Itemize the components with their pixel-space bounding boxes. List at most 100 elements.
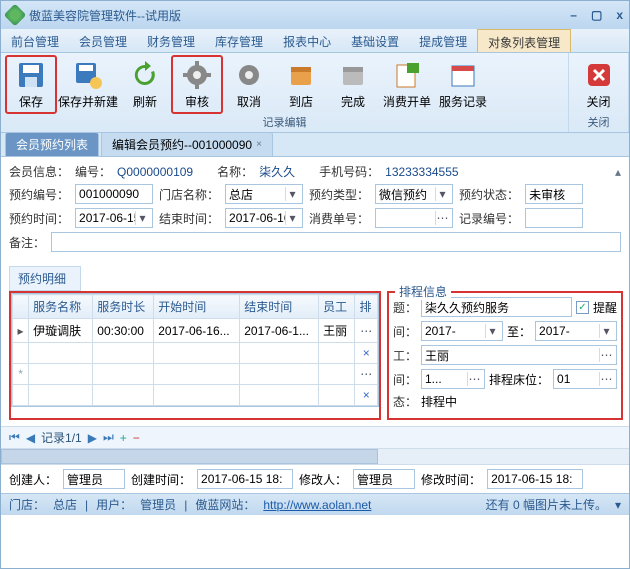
- pager-del-icon[interactable]: −: [133, 431, 140, 445]
- refresh-button[interactable]: 刷新: [119, 55, 171, 114]
- pager-last-icon[interactable]: ⏭: [103, 430, 114, 445]
- service-record-button[interactable]: 服务记录: [435, 55, 491, 114]
- creator-input[interactable]: [63, 469, 125, 489]
- status-site-link[interactable]: http://www.aolan.net: [263, 498, 371, 512]
- sched-emp-combo[interactable]: 王丽⋯: [421, 345, 617, 365]
- member-phone: 13233334555: [385, 165, 458, 179]
- row-delete-icon[interactable]: ×: [355, 385, 378, 406]
- detail-tab[interactable]: 预约明细: [9, 266, 81, 291]
- pager-first-icon[interactable]: ⏮: [9, 430, 20, 445]
- sched-to-combo[interactable]: 2017-▾: [535, 321, 617, 341]
- complete-icon: [337, 59, 369, 91]
- chevron-down-icon: ▾: [285, 187, 299, 201]
- grid-header-row: 服务名称 服务时长 开始时间 结束时间 员工 排: [13, 295, 378, 319]
- sched-subject-input[interactable]: [421, 297, 572, 317]
- member-name: 柒久久: [259, 163, 295, 180]
- pager-next-icon[interactable]: ▶: [88, 431, 97, 445]
- complete-button[interactable]: 完成: [327, 55, 379, 114]
- mtime-input[interactable]: [487, 469, 583, 489]
- menubar: 前台管理 会员管理 财务管理 库存管理 报表中心 基础设置 提成管理 对象列表管…: [1, 29, 629, 53]
- tab-close-icon[interactable]: ×: [256, 139, 262, 150]
- remind-checkbox[interactable]: ✓: [576, 301, 589, 314]
- menu-settings[interactable]: 基础设置: [341, 29, 409, 52]
- sched-from-combo[interactable]: 2017-▾: [421, 321, 503, 341]
- calendar-icon: [447, 59, 479, 91]
- ribbon-group-label: 记录编辑: [5, 114, 564, 132]
- menu-report[interactable]: 报表中心: [273, 29, 341, 52]
- schedule-title: 排程信息: [395, 283, 451, 300]
- appt-no-input[interactable]: [75, 184, 153, 204]
- status-user: 管理员: [140, 496, 176, 513]
- maximize-button[interactable]: ▢: [591, 8, 602, 22]
- audit-row: 创建人： 创建时间： 修改人： 修改时间：: [1, 464, 629, 493]
- pager: ⏮ ◀ 记录1/1 ▶ ⏭ + −: [1, 426, 629, 448]
- pager-text: 记录1/1: [41, 429, 82, 446]
- menu-frontdesk[interactable]: 前台管理: [1, 29, 69, 52]
- sched-status: 排程中: [421, 393, 457, 410]
- tab-edit-appointment[interactable]: 编辑会员预约--001000090×: [101, 132, 273, 156]
- app-logo-icon: [4, 4, 27, 27]
- menu-inventory[interactable]: 库存管理: [205, 29, 273, 52]
- table-row[interactable]: ×: [13, 343, 378, 364]
- close-button[interactable]: 关闭: [573, 55, 624, 114]
- member-id: Q0000000109: [117, 165, 193, 179]
- type-combo[interactable]: 微信预约▾: [375, 184, 453, 204]
- tab-appointment-list[interactable]: 会员预约列表: [5, 132, 99, 156]
- table-row[interactable]: ▸ 伊璇调肤 00:30:00 2017-06-16... 2017-06-1.…: [13, 319, 378, 343]
- remark-input[interactable]: [51, 232, 621, 252]
- end-time-combo[interactable]: 2017-06-16▾: [225, 208, 303, 228]
- modifier-input[interactable]: [353, 469, 415, 489]
- consume-bill-button[interactable]: 消费开单: [379, 55, 435, 114]
- close-icon: [583, 59, 615, 91]
- refresh-icon: [129, 59, 161, 91]
- sched-bed-combo[interactable]: 01⋯: [553, 369, 617, 389]
- appt-time-combo[interactable]: 2017-06-15▾: [75, 208, 153, 228]
- menu-finance[interactable]: 财务管理: [137, 29, 205, 52]
- sched-room-combo[interactable]: 1...⋯: [421, 369, 485, 389]
- audit-button[interactable]: 审核: [171, 55, 223, 114]
- cancel-button[interactable]: 取消: [223, 55, 275, 114]
- save-button[interactable]: 保存: [5, 55, 57, 114]
- remind-label: 提醒: [593, 299, 617, 316]
- ctime-input[interactable]: [197, 469, 293, 489]
- table-new-row[interactable]: * ⋯: [13, 364, 378, 385]
- pager-add-icon[interactable]: +: [120, 431, 127, 445]
- menu-member[interactable]: 会员管理: [69, 29, 137, 52]
- status-store: 总店: [53, 496, 77, 513]
- detail-grid: 服务名称 服务时长 开始时间 结束时间 员工 排 ▸ 伊璇调肤 00:30:00…: [9, 291, 381, 420]
- drop-down-icon[interactable]: ▾: [615, 498, 621, 512]
- menu-commission[interactable]: 提成管理: [409, 29, 477, 52]
- status-upload: 还有 0 幅图片未上传。: [486, 496, 607, 513]
- window-title: 傲蓝美容院管理软件--试用版: [29, 7, 570, 24]
- status-input[interactable]: [525, 184, 583, 204]
- statusbar: 门店：总店| 用户：管理员| 傲蓝网站：http://www.aolan.net…: [1, 493, 629, 515]
- menu-object-list[interactable]: 对象列表管理: [477, 29, 571, 52]
- ribbon: 保存 保存并新建 刷新 审核 取消 到店: [1, 53, 629, 133]
- gear-cancel-icon: [233, 59, 265, 91]
- record-no-input[interactable]: [525, 208, 583, 228]
- member-info-label: 会员信息：: [9, 163, 69, 180]
- bill-icon: [391, 59, 423, 91]
- arrive-icon: [285, 59, 317, 91]
- titlebar: 傲蓝美容院管理软件--试用版 – ▢ x: [1, 1, 629, 29]
- arrive-button[interactable]: 到店: [275, 55, 327, 114]
- row-delete-icon[interactable]: ×: [355, 343, 378, 364]
- schedule-panel: 排程信息 题： ✓ 提醒 间： 2017-▾ 至： 2017-▾ 工： 王丽⋯ …: [387, 291, 623, 420]
- ribbon-group-label-close: 关闭: [573, 114, 624, 132]
- chevron-up-icon[interactable]: ▴: [615, 165, 621, 179]
- pager-prev-icon[interactable]: ◀: [26, 431, 35, 445]
- h-scrollbar[interactable]: [1, 448, 629, 464]
- save-icon: [15, 59, 47, 91]
- row-more-icon[interactable]: ⋯: [355, 319, 378, 343]
- minimize-button[interactable]: –: [570, 8, 577, 22]
- close-window-button[interactable]: x: [616, 8, 623, 22]
- store-combo[interactable]: 总店▾: [225, 184, 303, 204]
- consume-no-combo[interactable]: ⋯: [375, 208, 453, 228]
- gear-icon: [181, 59, 213, 91]
- document-tabs: 会员预约列表 编辑会员预约--001000090×: [1, 133, 629, 157]
- row-pointer-icon: ▸: [13, 319, 29, 343]
- save-new-button[interactable]: 保存并新建: [57, 55, 119, 114]
- form-area: 会员信息： 编号：Q0000000109 名称：柒久久 手机号码：1323333…: [1, 157, 629, 262]
- save-new-icon: [72, 59, 104, 91]
- row-more-icon[interactable]: ⋯: [355, 364, 378, 385]
